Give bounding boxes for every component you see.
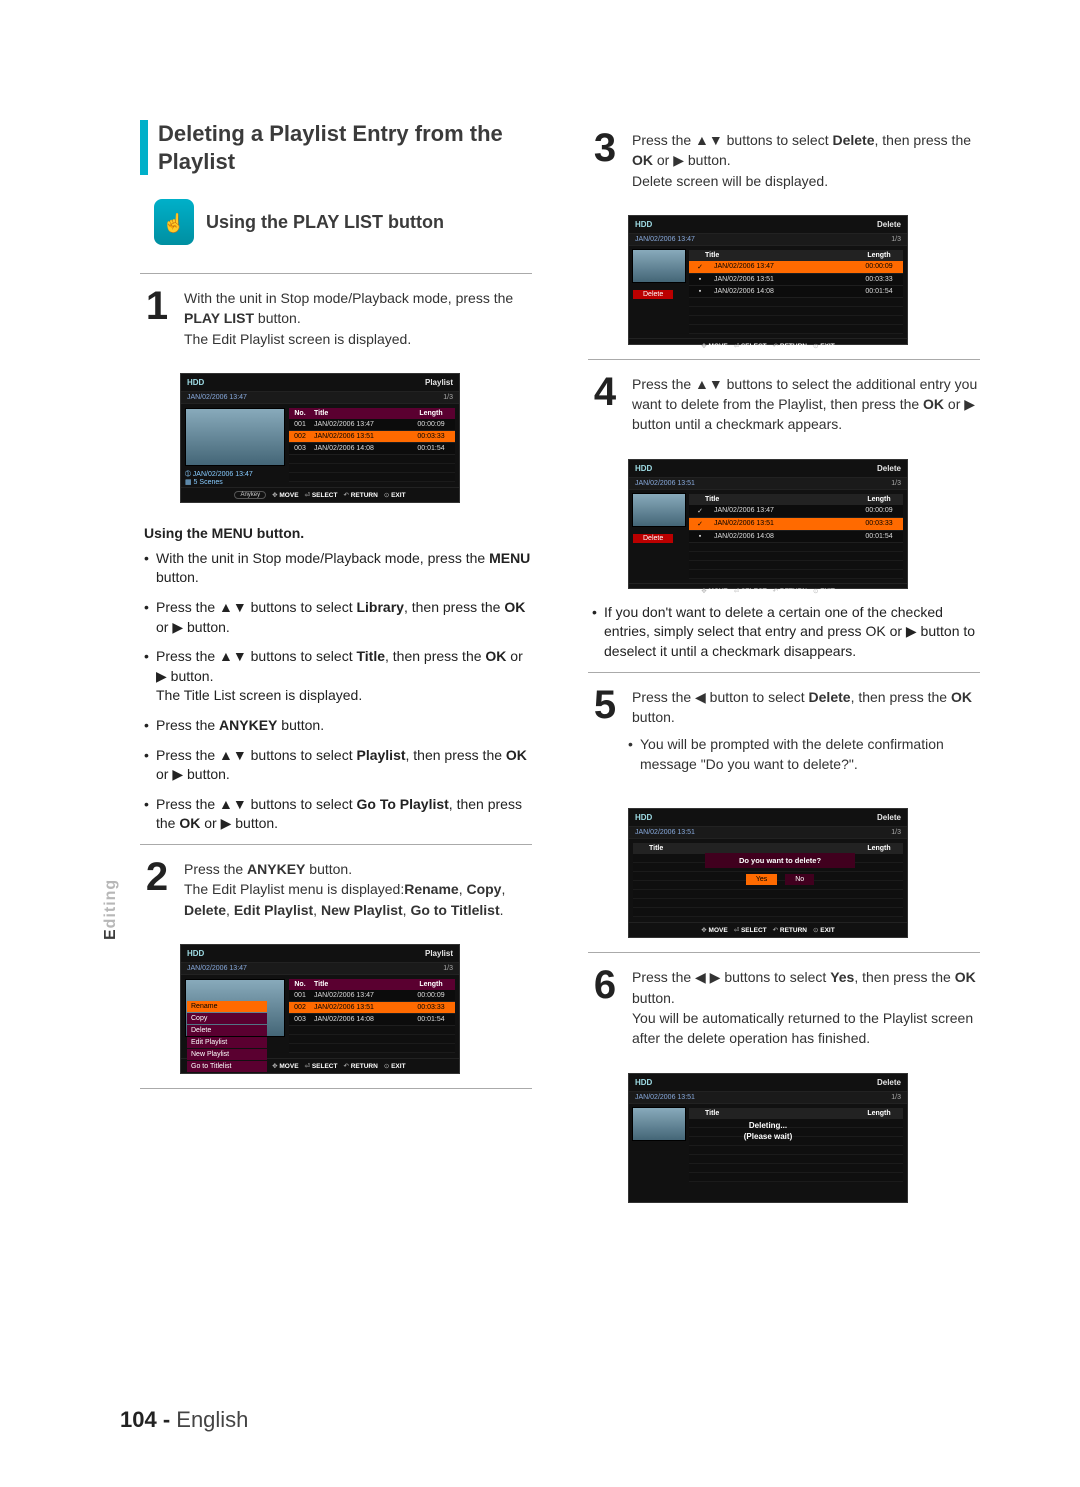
screenshot-delete-checked: HDDDelete JAN/02/2006 13:511/3 Delete Ti…: [628, 459, 908, 589]
side-tab-rest: diting: [102, 879, 119, 929]
screenshot-delete-list: HDDDelete JAN/02/2006 13:471/3 Delete Ti…: [628, 215, 908, 345]
screenshot-deleting: HDDDelete JAN/02/2006 13:511/3 TitleLeng…: [628, 1073, 908, 1203]
step-2-number: 2: [140, 859, 174, 920]
step-3-number: 3: [588, 130, 622, 191]
context-menu: Rename Copy Delete Edit Playlist New Pla…: [187, 1001, 267, 1073]
side-tab-e: E: [102, 928, 119, 940]
screenshot-edit-playlist-menu: HDDPlaylist JAN/02/2006 13:471/3 No.Titl…: [180, 944, 460, 1074]
right-column: 3 Press the ▲▼ buttons to select Delete,…: [588, 120, 980, 1217]
step-1-number: 1: [140, 288, 174, 349]
step-5: 5 Press the ◀ button to select Delete, t…: [588, 687, 980, 799]
left-column: Deleting a Playlist Entry from the Playl…: [140, 120, 532, 1217]
step-1-text: With the unit in Stop mode/Playback mode…: [184, 288, 532, 349]
thumbnail-image: [185, 408, 285, 466]
page-footer: 104 - English: [120, 1407, 248, 1433]
screenshot-confirm-delete: HDDDelete JAN/02/2006 13:511/3 TitleLeng…: [628, 808, 908, 938]
step-6: 6 Press the ◀ ▶ buttons to select Yes, t…: [588, 967, 980, 1062]
step-1: 1 With the unit in Stop mode/Playback mo…: [140, 288, 532, 363]
side-tab: Editing: [102, 879, 120, 940]
playlist-heading-row: ☝ Using the PLAY LIST button: [154, 199, 532, 245]
menu-bullets: With the unit in Stop mode/Playback mode…: [144, 549, 532, 834]
section-title: Deleting a Playlist Entry from the Playl…: [140, 120, 532, 175]
step-4-bullet: If you don't want to delete a certain on…: [592, 603, 980, 662]
playlist-button-icon: ☝: [154, 199, 194, 245]
step-3: 3 Press the ▲▼ buttons to select Delete,…: [588, 130, 980, 205]
screenshot-edit-playlist: HDDPlaylist JAN/02/2006 13:471/3 ➀ JAN/0…: [180, 373, 460, 503]
step-2: 2 Press the ANYKEY button. The Edit Play…: [140, 859, 532, 934]
playlist-heading: Using the PLAY LIST button: [206, 212, 444, 233]
step-4: 4 Press the ▲▼ buttons to select the add…: [588, 374, 980, 449]
using-menu-subhead: Using the MENU button.: [144, 525, 532, 541]
step-2-text: Press the ANYKEY button. The Edit Playli…: [184, 859, 532, 920]
